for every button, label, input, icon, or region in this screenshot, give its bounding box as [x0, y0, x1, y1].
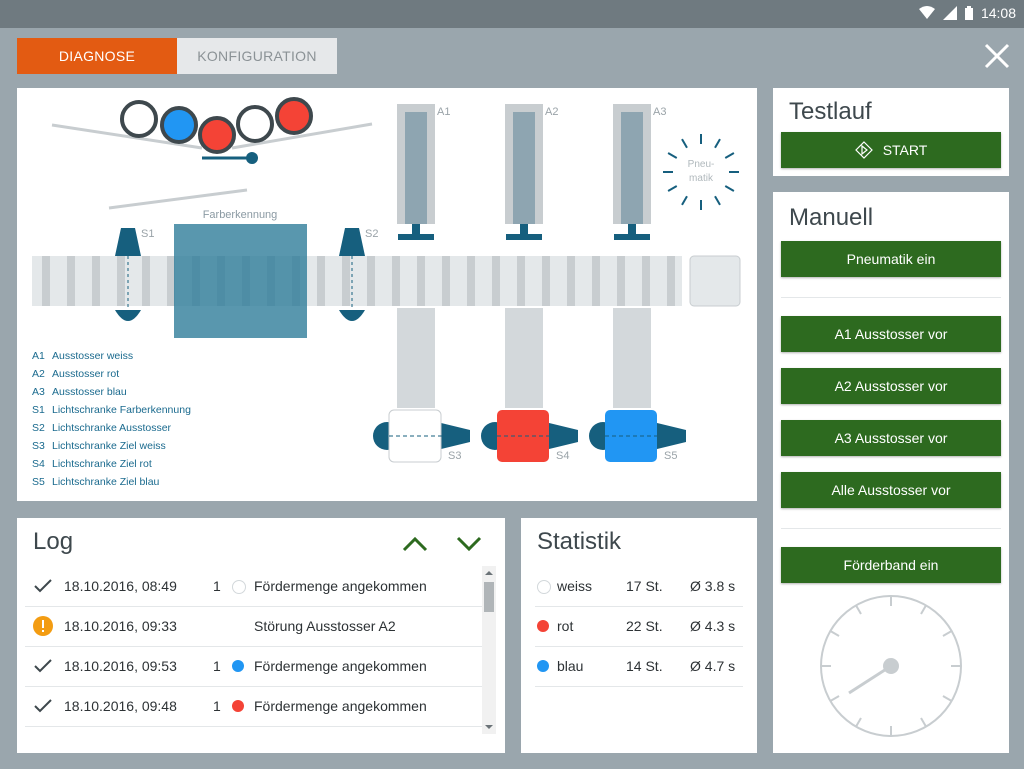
log-count: 1: [213, 578, 221, 594]
stat-row: weiss 17 St. Ø 3.8 s: [535, 566, 743, 607]
tab-diagnose[interactable]: DIAGNOSE: [17, 38, 177, 74]
log-title: Log: [33, 528, 74, 555]
check-icon: [34, 699, 52, 713]
color-dot-white: [232, 580, 246, 594]
label-s4: S4: [556, 450, 569, 462]
log-time: 18.10.2016, 09:48: [64, 698, 177, 714]
log-row: 18.10.2016, 09:48 1 Fördermenge angekomm…: [25, 686, 483, 727]
manuell-title: Manuell: [789, 204, 874, 231]
chevron-down-icon[interactable]: [456, 536, 482, 552]
status-bar: 14:08: [0, 0, 1024, 28]
log-row: 18.10.2016, 09:53 1 Fördermenge angekomm…: [25, 646, 483, 687]
stat-name: weiss: [557, 578, 593, 594]
wifi-icon: [918, 6, 935, 19]
signal-icon: [942, 6, 957, 20]
farberkennung-box: [174, 224, 307, 338]
stat-name: rot: [557, 618, 574, 634]
alle-ausstosser-button[interactable]: Alle Ausstosser vor: [781, 472, 1001, 508]
color-dot-red: [232, 700, 244, 712]
stat-avg: Ø 4.3 s: [690, 618, 736, 634]
log-row: 18.10.2016, 08:49 1 Fördermenge angekomm…: [25, 566, 483, 607]
legend-item: S3 Lichtschranke Ziel weiss: [32, 440, 166, 452]
conveyor-belt: [32, 255, 741, 307]
log-row: 18.10.2016, 09:33 Störung Ausstosser A2: [25, 606, 483, 647]
color-dot-red: [537, 620, 549, 632]
label-s5: S5: [664, 450, 677, 462]
color-dot-white: [537, 580, 551, 594]
color-dot-blue: [232, 660, 244, 672]
divider: [781, 528, 1001, 529]
statistik-panel: Statistik weiss 17 St. Ø 3.8 s rot 22 St…: [521, 518, 757, 753]
tab-konfiguration[interactable]: KONFIGURATION: [177, 38, 337, 74]
scroll-down-icon[interactable]: [482, 722, 496, 732]
tab-bar: DIAGNOSE KONFIGURATION: [17, 38, 337, 74]
stat-row: rot 22 St. Ø 4.3 s: [535, 606, 743, 647]
testlauf-panel: Testlauf START: [773, 88, 1009, 176]
legend: A1 Ausstosser weiss A2 Ausstosser rot A3 Au…: [32, 347, 191, 491]
log-message: Störung Ausstosser A2: [254, 618, 396, 634]
color-dot-blue: [537, 660, 549, 672]
legend-item: A2 Ausstosser rot: [32, 368, 120, 380]
start-icon: [854, 141, 873, 159]
log-scrollbar[interactable]: [482, 566, 496, 734]
label-s1: S1: [141, 228, 154, 240]
legend-item: S4 Lichtschranke Ziel rot: [32, 458, 152, 470]
pneumatik-indicator: [663, 134, 739, 210]
stat-count: 22 St.: [626, 618, 663, 634]
check-icon: [34, 659, 52, 673]
chevron-up-icon[interactable]: [402, 536, 428, 552]
start-label: START: [882, 142, 928, 158]
pneumatik-label-line2: matik: [689, 173, 714, 184]
label-s3: S3: [448, 450, 461, 462]
stat-avg: Ø 3.8 s: [690, 578, 736, 594]
log-time: 18.10.2016, 09:33: [64, 618, 177, 634]
log-count: 1: [213, 658, 221, 674]
log-count: 1: [213, 698, 221, 714]
label-a3: A3: [653, 106, 666, 118]
manuell-panel: Manuell Pneumatik ein A1 Ausstosser vor …: [773, 192, 1009, 753]
a2-ausstosser-button[interactable]: A2 Ausstosser vor: [781, 368, 1001, 404]
divider: [781, 297, 1001, 298]
clock: 14:08: [980, 5, 1016, 21]
log-message: Fördermenge angekommen: [254, 658, 427, 674]
label-s2: S2: [365, 228, 378, 240]
pneumatik-button[interactable]: Pneumatik ein: [781, 241, 1001, 277]
stat-count: 17 St.: [626, 578, 663, 594]
stat-avg: Ø 4.7 s: [690, 658, 736, 674]
diagram-panel: Farberkennung S1 S2 A1 A2 A3 S3 S4 S5 Pn…: [17, 88, 757, 501]
warning-icon: [33, 616, 53, 636]
feeder: [51, 97, 373, 210]
label-a2: A2: [545, 106, 558, 118]
legend-item: S5 Lichtschranke Ziel blau: [32, 476, 160, 488]
close-icon[interactable]: [983, 42, 1011, 70]
farberkennung-label: Farberkennung: [203, 209, 278, 221]
foerderband-button[interactable]: Förderband ein: [781, 547, 1001, 583]
legend-item: A1 Ausstosser weiss: [32, 350, 134, 362]
scroll-up-icon[interactable]: [482, 568, 496, 578]
statistik-title: Statistik: [537, 528, 622, 555]
log-message: Fördermenge angekommen: [254, 578, 427, 594]
log-message: Fördermenge angekommen: [254, 698, 427, 714]
log-time: 18.10.2016, 09:53: [64, 658, 177, 674]
log-time: 18.10.2016, 08:49: [64, 578, 177, 594]
legend-item: S2 Lichtschranke Ausstosser: [32, 422, 172, 434]
a3-ausstosser-button[interactable]: A3 Ausstosser vor: [781, 420, 1001, 456]
pneumatik-label-line1: Pneu-: [688, 159, 715, 170]
log-panel: Log 18.10.2016, 08:49 1 Fördermenge ange…: [17, 518, 505, 753]
stat-count: 14 St.: [626, 658, 663, 674]
legend-item: S1 Lichtschranke Farberkennung: [32, 404, 191, 416]
check-icon: [34, 579, 52, 593]
scroll-thumb[interactable]: [484, 582, 494, 612]
label-a1: A1: [437, 106, 450, 118]
testlauf-title: Testlauf: [789, 98, 872, 125]
start-button[interactable]: START: [781, 132, 1001, 168]
a1-ausstosser-button[interactable]: A1 Ausstosser vor: [781, 316, 1001, 352]
legend-item: A3 Ausstosser blau: [32, 386, 127, 398]
speed-gauge: [820, 595, 962, 737]
stat-row: blau 14 St. Ø 4.7 s: [535, 646, 743, 687]
battery-icon: [964, 6, 973, 20]
stat-name: blau: [557, 658, 584, 674]
